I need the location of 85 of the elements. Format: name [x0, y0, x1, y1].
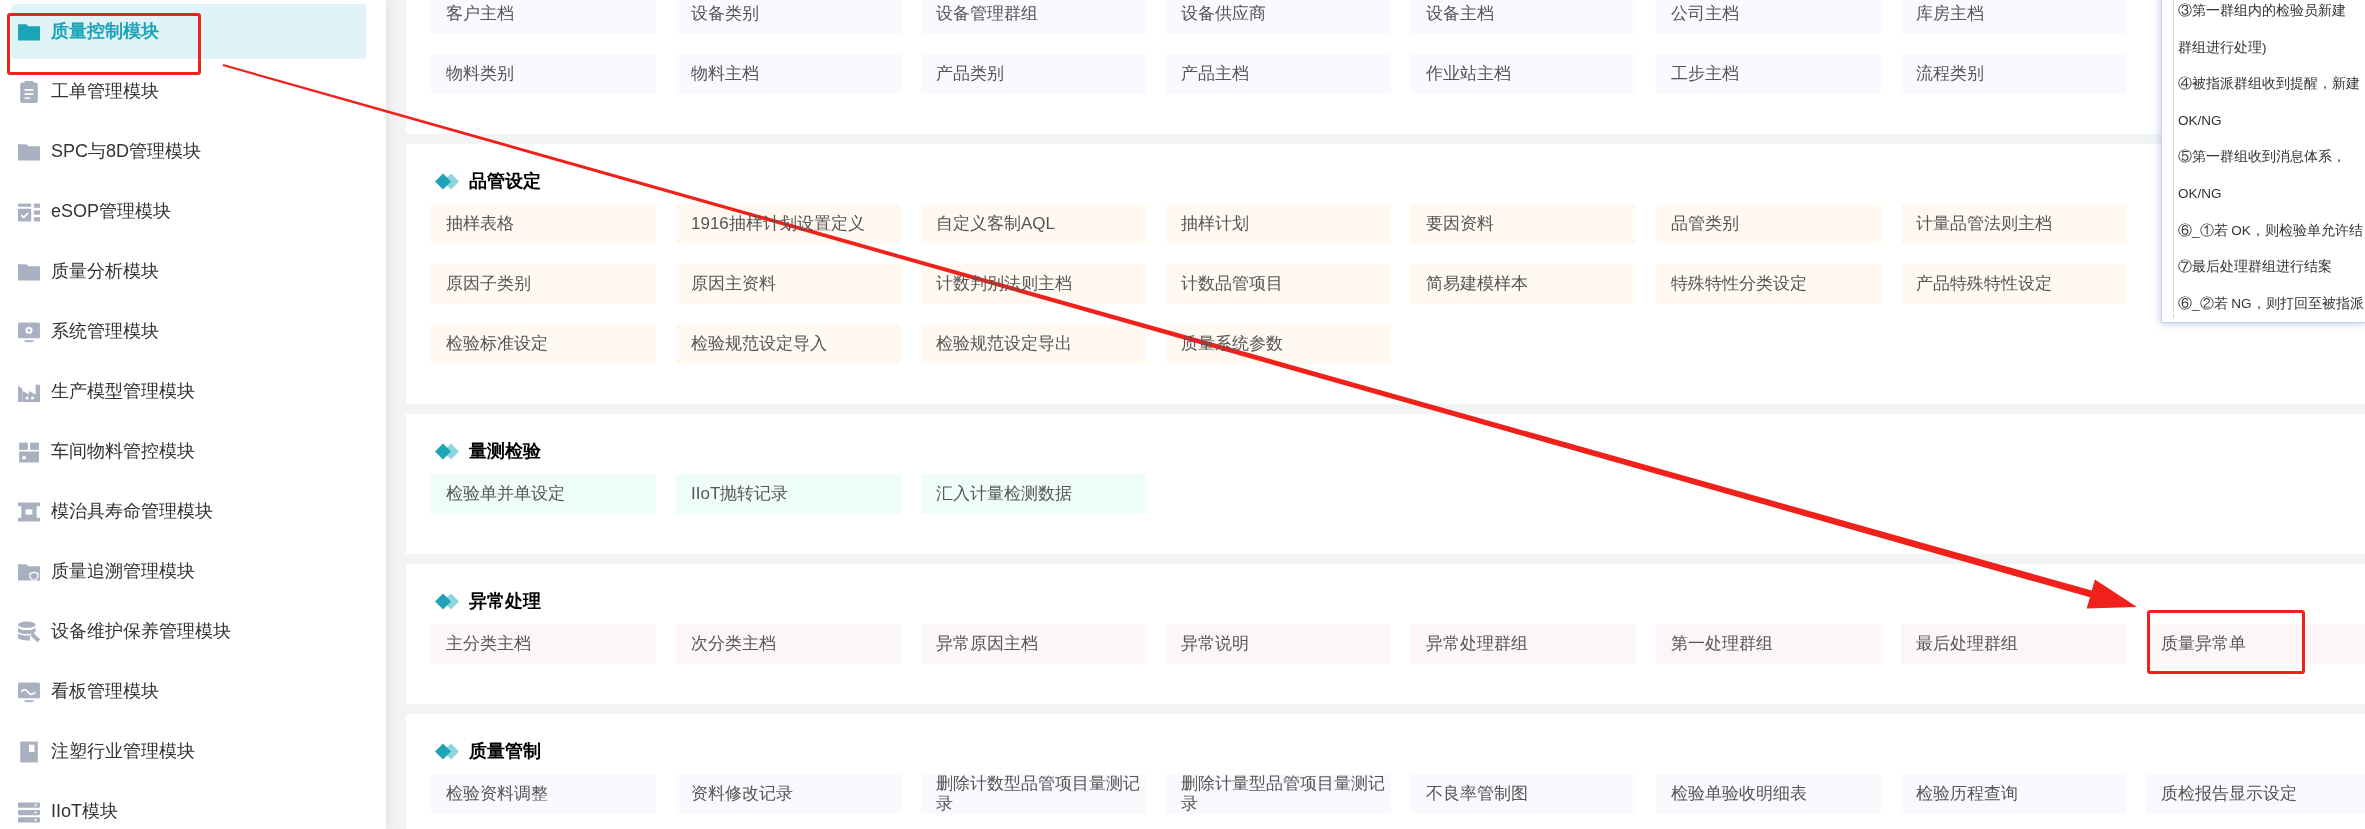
menu-tile[interactable]: 物料主档 [676, 54, 901, 94]
section-title: 质量管制 [469, 742, 541, 760]
menu-tile[interactable]: 产品类别 [921, 54, 1146, 94]
menu-tile[interactable]: 设备管理群组 [921, 0, 1146, 34]
menu-tile[interactable]: 第一处理群组 [1656, 624, 1881, 664]
note-line: ③第一群组内的检验员新建 [2178, 2, 2346, 20]
sidebar-item[interactable]: 看板管理模块 [11, 664, 366, 719]
sidebar-item[interactable]: 注塑行业管理模块 [11, 724, 366, 779]
menu-tile[interactable]: 异常原因主档 [921, 624, 1146, 664]
menu-tile[interactable]: 删除计量型品管项目量测记录 [1166, 774, 1391, 814]
section-title: 量测检验 [469, 442, 541, 460]
monitor-gear-icon [18, 320, 40, 343]
menu-tile[interactable]: 流程类别 [1901, 54, 2126, 94]
diamond-icon [435, 442, 459, 460]
menu-tile[interactable]: 检验标准设定 [431, 324, 656, 364]
note-line: ⑥_①若 OK，则检验单允许结 [2178, 221, 2363, 240]
menu-tile[interactable]: 抽样表格 [431, 204, 656, 244]
menu-tile[interactable]: 不良率管制图 [1411, 774, 1636, 814]
menu-tile[interactable]: 删除计数型品管项目量测记录 [921, 774, 1146, 814]
sidebar-item[interactable]: 系统管理模块 [11, 304, 366, 359]
square-frame-icon [18, 500, 40, 523]
clipboard-icon [18, 80, 40, 103]
menu-tile[interactable]: 检验规范设定导入 [676, 324, 901, 364]
section-title: 品管设定 [469, 172, 541, 190]
sidebar-item[interactable]: 质量分析模块 [11, 244, 366, 299]
database-wrench-icon [18, 620, 40, 643]
menu-tile[interactable]: IIoT抛转记录 [676, 474, 901, 514]
menu-tile[interactable]: 资料修改记录 [676, 774, 901, 814]
sidebar-item[interactable]: 设备维护保养管理模块 [11, 604, 366, 659]
menu-tile[interactable]: 设备类别 [676, 0, 901, 34]
note-line: ④被指派群组收到提醒，新建 [2178, 75, 2360, 94]
menu-tile[interactable]: 计量品管法则主档 [1901, 204, 2126, 244]
box-icon [18, 440, 40, 463]
menu-tile[interactable]: 检验资料调整 [431, 774, 656, 814]
sidebar-item[interactable]: 模治具寿命管理模块 [11, 484, 366, 539]
sidebar-item[interactable]: IIoT模块 [11, 784, 366, 829]
sidebar-item[interactable]: eSOP管理模块 [11, 184, 366, 239]
note-line: OK/NG [2178, 111, 2222, 130]
menu-tile[interactable]: 客户主档 [431, 0, 656, 34]
document-icon [18, 740, 40, 763]
monitor-wave-icon [18, 680, 40, 703]
server-icon [18, 800, 40, 823]
menu-tile[interactable]: 汇入计量检测数据 [921, 474, 1146, 514]
menu-tile[interactable]: 物料类别 [431, 54, 656, 94]
note-line: ⑤第一群组收到消息体系， [2178, 148, 2346, 167]
menu-tile[interactable]: 最后处理群组 [1901, 624, 2126, 664]
sidebar-item[interactable]: 质量追溯管理模块 [11, 544, 366, 599]
sidebar-item[interactable]: SPC与8D管理模块 [11, 124, 366, 179]
note-line: ⑦最后处理群组进行结案 [2178, 258, 2332, 277]
menu-tile[interactable]: 计数品管项目 [1166, 264, 1391, 304]
menu-tile[interactable]: 检验规范设定导出 [921, 324, 1146, 364]
menu-tile[interactable]: 要因资料 [1411, 204, 1636, 244]
menu-tile[interactable]: 设备主档 [1411, 0, 1636, 34]
menu-tile[interactable]: 检验单验收明细表 [1656, 774, 1881, 814]
sidebar-item[interactable]: 生产模型管理模块 [11, 364, 366, 419]
menu-tile[interactable]: 简易建模样本 [1411, 264, 1636, 304]
menu-tile[interactable]: 工步主档 [1656, 54, 1881, 94]
menu-tile[interactable]: 质量异常单 [2146, 624, 2365, 664]
note-line: OK/NG [2178, 184, 2222, 203]
note-line: ⑥_②若 NG，则打回至被指派 [2178, 294, 2364, 313]
menu-tile[interactable]: 质检报告显示设定 [2146, 774, 2365, 814]
menu-tile[interactable]: 品管类别 [1656, 204, 1881, 244]
menu-tile[interactable]: 设备供应商 [1166, 0, 1391, 34]
menu-tile[interactable]: 特殊特性分类设定 [1656, 264, 1881, 304]
menu-tile[interactable]: 产品主档 [1166, 54, 1391, 94]
menu-tile[interactable]: 产品特殊特性设定 [1901, 264, 2126, 304]
menu-tile[interactable]: 作业站主档 [1411, 54, 1636, 94]
menu-tile[interactable]: 原因子类别 [431, 264, 656, 304]
diamond-icon [435, 742, 459, 760]
note-line: 群组进行处理) [2178, 38, 2267, 57]
menu-tile[interactable]: 原因主资料 [676, 264, 901, 304]
menu-tile[interactable]: 库房主档 [1901, 0, 2126, 34]
menu-tile[interactable]: 检验历程查询 [1901, 774, 2126, 814]
menu-tile[interactable]: 异常说明 [1166, 624, 1391, 664]
diamond-icon [435, 172, 459, 190]
menu-tile[interactable]: 公司主档 [1656, 0, 1881, 34]
diamond-icon [435, 592, 459, 610]
menu-tile[interactable]: 主分类主档 [431, 624, 656, 664]
menu-tile[interactable]: 次分类主档 [676, 624, 901, 664]
sidebar-item[interactable]: 车间物料管控模块 [11, 424, 366, 479]
menu-tile[interactable]: 抽样计划 [1166, 204, 1391, 244]
menu-tile[interactable]: 自定义客制AQL [921, 204, 1146, 244]
menu-tile[interactable]: 检验单并单设定 [431, 474, 656, 514]
section-title: 异常处理 [469, 592, 541, 610]
menu-tile[interactable]: 异常处理群组 [1411, 624, 1636, 664]
